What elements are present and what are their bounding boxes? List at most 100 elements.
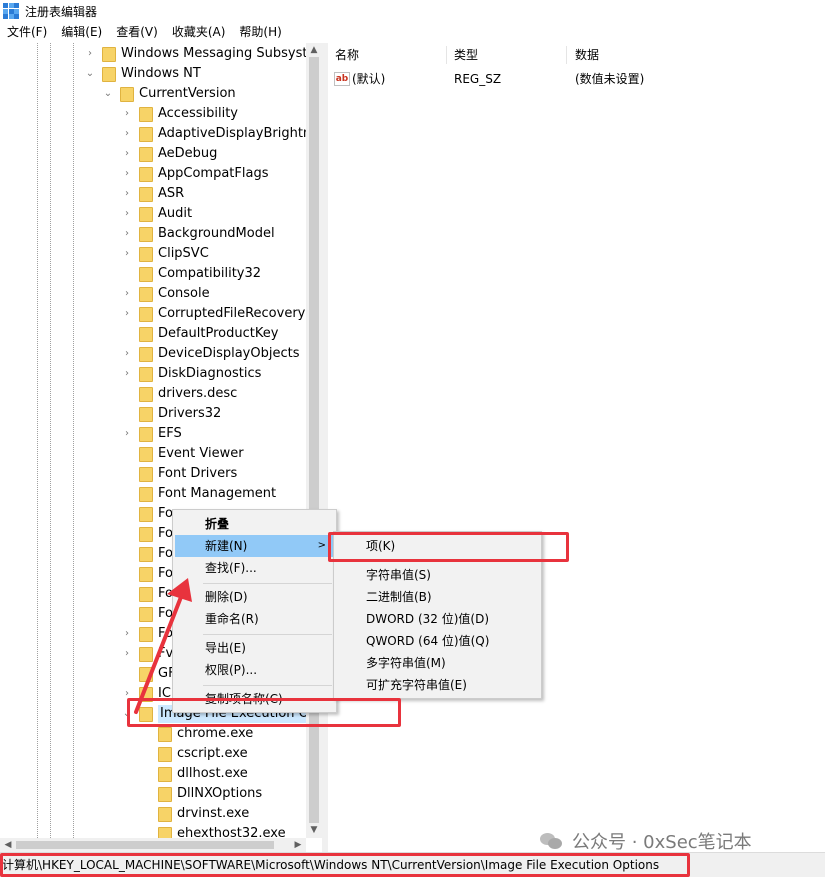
- scroll-down-arrow-icon[interactable]: ▼: [306, 823, 322, 837]
- tree-item[interactable]: › AeDebug: [0, 144, 306, 164]
- tree-item[interactable]: Event Viewer: [0, 444, 306, 464]
- tree-item-label: ASR: [158, 186, 185, 201]
- tree-item-label: DefaultProductKey: [158, 326, 279, 341]
- tree-item[interactable]: › Console: [0, 284, 306, 304]
- submenu-item-dword-value[interactable]: DWORD (32 位)值(D): [336, 608, 539, 630]
- menu-file[interactable]: 文件(F): [0, 22, 54, 43]
- tree-item[interactable]: › Accessibility: [0, 104, 306, 124]
- window-title: 注册表编辑器: [25, 4, 98, 19]
- menu-item-collapse[interactable]: 折叠: [175, 513, 334, 535]
- submenu-item-qword-value[interactable]: QWORD (64 位)值(Q): [336, 630, 539, 652]
- column-header-name[interactable]: 名称: [335, 46, 359, 64]
- chevron-right-icon[interactable]: ›: [85, 49, 95, 59]
- column-header-type[interactable]: 类型: [454, 46, 478, 64]
- chevron-right-icon[interactable]: ›: [122, 109, 132, 119]
- tree-item[interactable]: Drivers32: [0, 404, 306, 424]
- menu-favorites[interactable]: 收藏夹(A): [165, 22, 233, 43]
- scroll-left-arrow-icon[interactable]: ◀: [0, 838, 16, 852]
- value-type: REG_SZ: [454, 72, 502, 86]
- folder-icon: [139, 147, 153, 162]
- registry-value-row[interactable]: ab (默认) REG_SZ (数值未设置): [328, 69, 825, 89]
- tree-item[interactable]: › Audit: [0, 204, 306, 224]
- menu-item-rename[interactable]: 重命名(R): [175, 608, 334, 630]
- folder-icon: [139, 607, 153, 622]
- registry-tree-pane: › Windows Messaging Subsysten ⌄ Windows NT ⌄…: [0, 43, 322, 852]
- tree-item[interactable]: › DiskDiagnostics: [0, 364, 306, 384]
- folder-icon: [158, 767, 172, 782]
- chevron-right-icon[interactable]: ›: [122, 149, 132, 159]
- tree-item[interactable]: › BackgroundModel: [0, 224, 306, 244]
- chevron-right-icon[interactable]: ›: [122, 189, 132, 199]
- tree-item[interactable]: › ClipSVC: [0, 244, 306, 264]
- chevron-right-icon[interactable]: ›: [122, 369, 132, 379]
- chevron-right-icon[interactable]: ›: [122, 249, 132, 259]
- tree-item[interactable]: ⌄ CurrentVersion: [0, 84, 306, 104]
- tree-item[interactable]: Font Management: [0, 484, 306, 504]
- tree-item[interactable]: › AppCompatFlags: [0, 164, 306, 184]
- tree-item[interactable]: Font Drivers: [0, 464, 306, 484]
- column-divider[interactable]: [566, 46, 567, 64]
- menu-help[interactable]: 帮助(H): [232, 22, 288, 43]
- chevron-right-icon[interactable]: ›: [122, 289, 132, 299]
- chevron-right-icon[interactable]: ›: [122, 349, 132, 359]
- annotation-box-ifeo-key: [127, 698, 401, 727]
- wechat-icon: [540, 831, 564, 851]
- tree-item[interactable]: › EFS: [0, 424, 306, 444]
- tree-item-label: Fo: [158, 526, 173, 541]
- tree-item[interactable]: DllNXOptions: [0, 784, 306, 804]
- tree-item[interactable]: ⌄ Windows NT: [0, 64, 306, 84]
- tree-item[interactable]: dllhost.exe: [0, 764, 306, 784]
- chevron-down-icon[interactable]: ⌄: [103, 89, 113, 99]
- tree-item[interactable]: › Windows Messaging Subsysten: [0, 44, 306, 64]
- folder-icon: [139, 167, 153, 182]
- chevron-right-icon[interactable]: ›: [122, 209, 132, 219]
- submenu-item-string-value[interactable]: 字符串值(S): [336, 564, 539, 586]
- tree-item[interactable]: cscript.exe: [0, 744, 306, 764]
- tree-item-label: Fo: [158, 566, 173, 581]
- menu-item-export[interactable]: 导出(E): [175, 637, 334, 659]
- scroll-up-arrow-icon[interactable]: ▲: [306, 43, 322, 57]
- submenu-item-binary-value[interactable]: 二进制值(B): [336, 586, 539, 608]
- folder-icon: [158, 827, 172, 838]
- tree-item[interactable]: › ASR: [0, 184, 306, 204]
- chevron-right-icon[interactable]: ›: [122, 129, 132, 139]
- column-divider[interactable]: [446, 46, 447, 64]
- chevron-right-icon[interactable]: ›: [122, 629, 132, 639]
- folder-icon: [139, 287, 153, 302]
- tree-item[interactable]: › DeviceDisplayObjects: [0, 344, 306, 364]
- folder-icon: [139, 507, 153, 522]
- chevron-right-icon[interactable]: ›: [122, 309, 132, 319]
- context-menu: 折叠 新建(N) > 查找(F)... 删除(D) 重命名(R) 导出(E) 权…: [172, 509, 337, 713]
- submenu-item-expandable-string-value[interactable]: 可扩充字符串值(E): [336, 674, 539, 696]
- scroll-right-arrow-icon[interactable]: ▶: [290, 838, 306, 852]
- tree-item-label: Fo: [158, 506, 173, 521]
- tree-horizontal-scrollbar[interactable]: ◀ ▶: [0, 838, 306, 852]
- submenu-item-multi-string-value[interactable]: 多字符串值(M): [336, 652, 539, 674]
- tree-item[interactable]: Compatibility32: [0, 264, 306, 284]
- tree-item[interactable]: ehexthost32.exe: [0, 824, 306, 838]
- chevron-right-icon[interactable]: ›: [122, 229, 132, 239]
- chevron-right-icon[interactable]: ›: [122, 429, 132, 439]
- menu-item-new[interactable]: 新建(N) >: [175, 535, 334, 557]
- menu-view[interactable]: 查看(V): [109, 22, 165, 43]
- chevron-down-icon[interactable]: ⌄: [85, 69, 95, 79]
- menu-edit[interactable]: 编辑(E): [54, 22, 109, 43]
- chevron-right-icon[interactable]: ›: [122, 169, 132, 179]
- tree-item[interactable]: drivers.desc: [0, 384, 306, 404]
- folder-icon: [139, 387, 153, 402]
- tree-item[interactable]: drvinst.exe: [0, 804, 306, 824]
- menu-item-find[interactable]: 查找(F)...: [175, 557, 334, 579]
- column-header-data[interactable]: 数据: [575, 46, 599, 64]
- menu-item-delete[interactable]: 删除(D): [175, 586, 334, 608]
- tree-horizontal-scroll-thumb[interactable]: [16, 841, 274, 849]
- tree-item[interactable]: › AdaptiveDisplayBrightnes: [0, 124, 306, 144]
- chevron-right-icon[interactable]: ›: [122, 649, 132, 659]
- folder-icon: [139, 547, 153, 562]
- watermark-text: 公众号 · 0xSec笔记本: [572, 832, 752, 853]
- tree-item[interactable]: DefaultProductKey: [0, 324, 306, 344]
- folder-icon: [158, 787, 172, 802]
- tree-item[interactable]: › CorruptedFileRecovery: [0, 304, 306, 324]
- menu-item-permissions[interactable]: 权限(P)...: [175, 659, 334, 681]
- annotation-box-status-path: [0, 853, 690, 877]
- tree-item[interactable]: chrome.exe: [0, 724, 306, 744]
